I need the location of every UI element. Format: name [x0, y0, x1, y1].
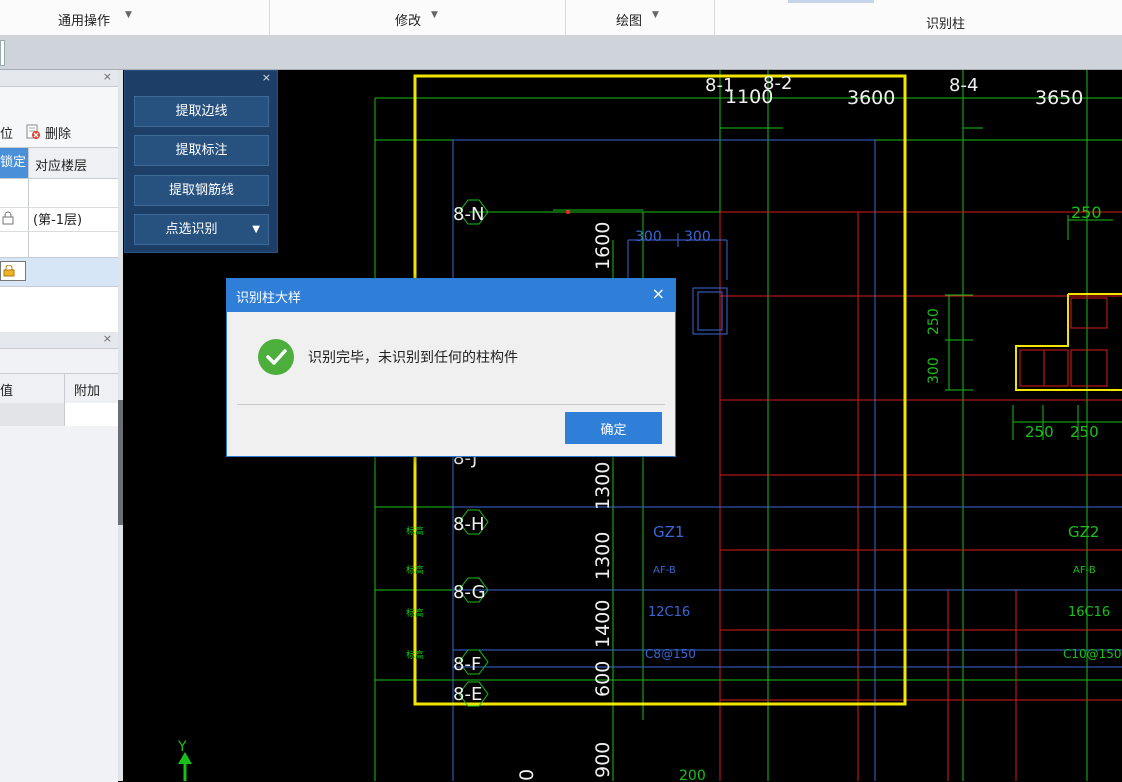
- dimension-label: 250: [1070, 423, 1099, 441]
- menu-general-ops[interactable]: 通用操作 ▼: [0, 0, 270, 35]
- extract-rebar-line-button[interactable]: 提取钢筋线: [134, 175, 269, 206]
- dimension-label: 0: [516, 769, 538, 781]
- delete-icon: [26, 124, 40, 139]
- row-marker: 标高: [406, 525, 424, 537]
- axis-label: 8-N: [453, 204, 484, 225]
- column-header-lock[interactable]: 锁定: [0, 148, 28, 178]
- axis-label: 8-G: [453, 582, 486, 603]
- row-marker: 标高: [406, 649, 424, 661]
- pane-toolbar: 位 删除: [0, 87, 118, 147]
- column-tag: 16C16: [1068, 605, 1110, 620]
- column-tag: AF-B: [653, 565, 676, 576]
- divider: [237, 404, 665, 405]
- tool-strip: [0, 36, 1122, 70]
- column-tag: C10@150: [1063, 647, 1122, 661]
- menu-general-ops-label: 通用操作: [58, 14, 111, 29]
- dimension-label: 1600: [592, 222, 614, 270]
- identify-command-panel: × 提取边线 提取标注 提取钢筋线 点选识别 ▼: [124, 70, 278, 253]
- divider: [0, 207, 118, 208]
- menu-modify-label: 修改: [395, 14, 422, 29]
- menu-draw[interactable]: 绘图 ▼: [566, 0, 715, 35]
- dimension-label: 250: [1025, 423, 1054, 441]
- pick-identify-label: 点选识别: [165, 222, 218, 237]
- column-header-extra[interactable]: 附加: [74, 380, 100, 399]
- dimension-label: 200: [679, 768, 706, 781]
- ucs-y-label: Y: [177, 739, 187, 755]
- column-header-floor[interactable]: 对应楼层: [35, 155, 87, 174]
- identify-column-detail-dialog: 识别柱大样 × 识别完毕，未识别到任何的柱构件 确定: [226, 278, 676, 457]
- dimension-label: 1400: [592, 600, 614, 648]
- table-header: 锁定 对应楼层: [0, 147, 118, 179]
- menu-bar: 通用操作 ▼ 修改 ▼ 绘图 ▼ 识别柱: [0, 0, 1122, 36]
- ok-button[interactable]: 确定: [565, 412, 662, 444]
- dimension-label: 300: [684, 229, 711, 245]
- pane-header: ×: [0, 332, 118, 349]
- menu-identify-column-label: 识别柱: [926, 17, 966, 32]
- close-icon[interactable]: ×: [103, 70, 112, 83]
- delete-button[interactable]: 删除: [45, 123, 71, 142]
- chevron-down-icon[interactable]: ▼: [252, 215, 260, 244]
- dimension-label: 3650: [1035, 87, 1083, 109]
- row-marker: 标高: [406, 607, 424, 619]
- toolstrip-input[interactable]: [0, 40, 5, 66]
- chevron-down-icon: ▼: [652, 10, 659, 20]
- dialog-message: 识别完毕，未识别到任何的柱构件: [308, 350, 518, 366]
- axis-label: 8-E: [453, 684, 482, 705]
- dimension-label: 3600: [847, 87, 895, 109]
- properties-pane: × 值 附加: [0, 332, 118, 782]
- pane-header: ×: [0, 70, 118, 87]
- floor-mapping-pane: × 位 删除 锁定 对应楼层 (第-1层): [0, 70, 118, 332]
- table-row[interactable]: [0, 403, 64, 426]
- menu-modify[interactable]: 修改 ▼: [270, 0, 566, 35]
- dimension-label: 1300: [592, 532, 614, 580]
- cell-editor[interactable]: [0, 261, 26, 281]
- extract-edge-button[interactable]: 提取边线: [134, 96, 269, 127]
- table-header: 值 附加: [0, 373, 118, 404]
- menu-draw-label: 绘图: [616, 14, 643, 29]
- dimension-label: 1100: [725, 86, 773, 108]
- table-row[interactable]: [65, 403, 118, 426]
- column-tag: C8@150: [645, 647, 696, 661]
- extract-annotation-button[interactable]: 提取标注: [134, 135, 269, 166]
- close-icon[interactable]: ×: [262, 71, 271, 84]
- menu-identify-column[interactable]: 识别柱: [715, 0, 1122, 35]
- dimension-label: 600: [592, 661, 614, 697]
- close-icon[interactable]: ×: [103, 332, 112, 345]
- dimension-label: 300: [635, 229, 662, 245]
- pick-identify-button[interactable]: 点选识别 ▼: [134, 214, 269, 245]
- left-panel: × 位 删除 锁定 对应楼层 (第-1层) × 值 附加: [0, 70, 123, 782]
- column-tag: AF-B: [1073, 565, 1096, 576]
- table-row-selected[interactable]: [0, 257, 118, 287]
- column-tag: GZ2: [1068, 523, 1099, 541]
- dimension-label: 1300: [592, 462, 614, 510]
- row-marker: 标高: [406, 564, 424, 576]
- active-tab-indicator: [788, 0, 874, 3]
- dialog-titlebar[interactable]: 识别柱大样 ×: [227, 279, 675, 312]
- chevron-down-icon: ▼: [125, 10, 132, 20]
- column-tag: 12C16: [648, 605, 690, 620]
- floor-value[interactable]: (第-1层): [33, 209, 82, 228]
- axis-label: 8-F: [453, 654, 481, 675]
- success-check-icon: [258, 339, 294, 375]
- divider: [0, 231, 118, 232]
- column-tag: GZ1: [653, 523, 684, 541]
- chevron-down-icon: ▼: [431, 10, 438, 20]
- close-icon[interactable]: ×: [652, 284, 665, 303]
- column-header-value[interactable]: 值: [0, 380, 13, 399]
- axis-label: 8-H: [453, 514, 484, 535]
- dimension-label: 250: [926, 308, 942, 335]
- lock-icon[interactable]: [1, 211, 15, 225]
- dimension-label: 300: [926, 357, 942, 384]
- dimension-label: 250: [1071, 203, 1102, 222]
- axis-label: 8-4: [949, 75, 978, 96]
- dialog-title: 识别柱大样: [236, 291, 302, 306]
- lock-icon: [3, 265, 15, 277]
- dimension-label: 900: [592, 742, 614, 778]
- locate-button[interactable]: 位: [0, 123, 13, 142]
